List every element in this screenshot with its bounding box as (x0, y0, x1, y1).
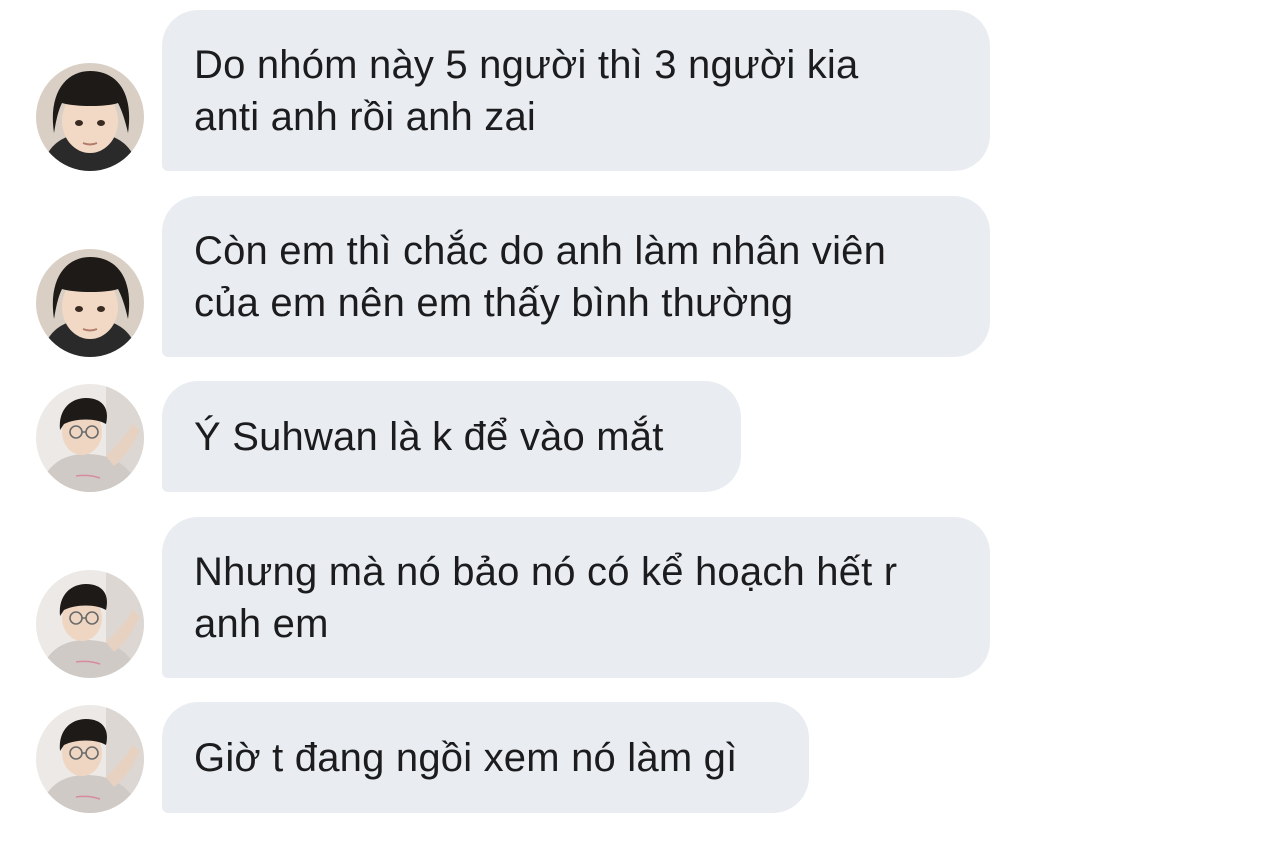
boy-avatar[interactable] (36, 570, 144, 678)
message-bubble[interactable]: Nhưng mà nó bảo nó có kể hoạch hết r anh… (162, 517, 990, 678)
message-text: Còn em thì chắc do anh làm nhân viên của… (194, 228, 887, 325)
message-bubble[interactable]: Giờ t đang ngồi xem nó làm gì (162, 702, 809, 813)
message-text: Giờ t đang ngồi xem nó làm gì (194, 735, 738, 780)
message-text: Nhưng mà nó bảo nó có kể hoạch hết r anh… (194, 549, 898, 646)
message-text: Ý Suhwan là k để vào mắt (194, 414, 664, 459)
girl-avatar[interactable] (36, 249, 144, 357)
message-bubble[interactable]: Còn em thì chắc do anh làm nhân viên của… (162, 196, 990, 357)
message-text: Do nhóm này 5 người thì 3 người kia anti… (194, 42, 859, 139)
girl-avatar[interactable] (36, 63, 144, 171)
boy-avatar[interactable] (36, 384, 144, 492)
message-bubble[interactable]: Do nhóm này 5 người thì 3 người kia anti… (162, 10, 990, 171)
message-bubble[interactable]: Ý Suhwan là k để vào mắt (162, 381, 741, 492)
boy-avatar[interactable] (36, 705, 144, 813)
